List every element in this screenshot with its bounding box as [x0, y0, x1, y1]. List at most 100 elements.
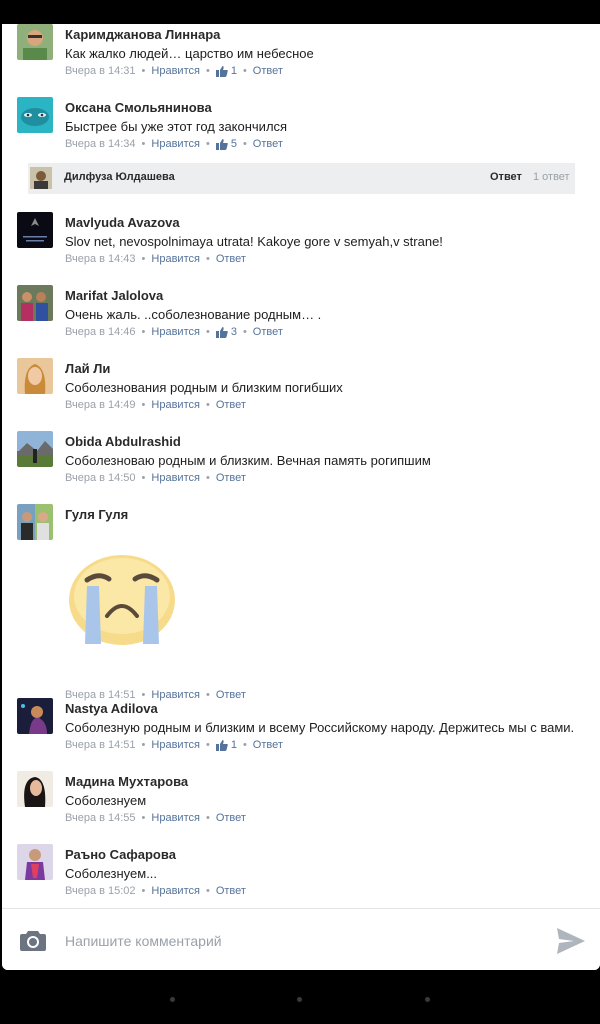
comment-time: Вчера в 14:51 [65, 689, 136, 701]
comment-author[interactable]: Оксана Смольянинова [65, 100, 212, 115]
avatar[interactable] [17, 844, 53, 880]
reply-thread-row[interactable]: Дилфуза Юлдашева Ответ 1 ответ [28, 163, 575, 194]
thumbs-up-icon [215, 65, 228, 77]
comment-author[interactable]: Каримджанова Линнара [65, 27, 220, 42]
thumbs-up-icon [215, 739, 228, 751]
reply-button[interactable]: Ответ [253, 65, 283, 77]
nav-back-button[interactable] [170, 997, 175, 1002]
comment-meta: Вчера в 14:50 • Нравится • Ответ [65, 472, 246, 484]
like-button[interactable]: Нравится [151, 65, 200, 77]
comment-author[interactable]: Лай Ли [65, 361, 110, 376]
comment-text: Соболезнуем... [65, 866, 158, 881]
avatar[interactable] [17, 24, 53, 60]
separator: • [205, 812, 210, 824]
comment-input[interactable] [65, 930, 535, 952]
comment-meta: Вчера в 15:02 • Нравится • Ответ [65, 885, 246, 897]
reply-button[interactable]: Ответ [216, 399, 246, 411]
thumbs-up-icon [215, 326, 228, 338]
like-button[interactable]: Нравится [151, 472, 200, 484]
separator: • [242, 326, 247, 338]
screen: Каримджанова Линнара Как жалко людей… ца… [0, 0, 600, 1024]
comment-author[interactable]: Раъно Сафарова [65, 847, 176, 862]
avatar[interactable] [17, 285, 53, 321]
thread-author[interactable]: Дилфуза Юлдашева [64, 171, 175, 183]
comment-time: Вчера в 14:51 [65, 739, 136, 751]
separator: • [141, 885, 146, 897]
like-count: 3 [230, 326, 237, 338]
avatar[interactable] [17, 97, 53, 133]
avatar[interactable] [17, 358, 53, 394]
like-button[interactable]: Нравится [151, 739, 200, 751]
nav-recents-button[interactable] [425, 997, 430, 1002]
separator: • [205, 399, 210, 411]
reply-button[interactable]: Ответ [216, 689, 246, 701]
separator: • [205, 472, 210, 484]
avatar[interactable] [30, 167, 52, 189]
separator: • [205, 739, 210, 751]
comment-author[interactable]: Nastya Adilova [65, 701, 158, 716]
like-button[interactable]: Нравится [151, 138, 200, 150]
comment-author[interactable]: Мадина Мухтарова [65, 774, 188, 789]
separator: • [205, 326, 210, 338]
avatar[interactable] [17, 771, 53, 807]
like-count: 1 [230, 65, 237, 77]
comment-time: Вчера в 14:34 [65, 138, 136, 150]
avatar[interactable] [17, 504, 53, 540]
separator: • [242, 739, 247, 751]
comment-text: Соболезноваю родным и близким. Вечная па… [65, 453, 431, 468]
like-button[interactable]: Нравится [151, 399, 200, 411]
like-count: 5 [230, 138, 237, 150]
nav-home-button[interactable] [297, 997, 302, 1002]
comment-text: Как жалко людей… царство им небесное [65, 46, 314, 61]
separator: • [242, 138, 247, 150]
comment-time: Вчера в 14:49 [65, 399, 136, 411]
comment-author[interactable]: Mavlyuda Avazova [65, 215, 180, 230]
comments-panel[interactable]: Каримджанова Линнара Как жалко людей… ца… [2, 24, 600, 970]
separator: • [141, 812, 146, 824]
thread-reply-count[interactable]: 1 ответ [533, 171, 570, 183]
separator: • [141, 472, 146, 484]
separator: • [141, 739, 146, 751]
like-button[interactable]: Нравится [151, 326, 200, 338]
separator: • [242, 65, 247, 77]
navigation-bar [0, 970, 600, 1024]
comment-author[interactable]: Marifat Jalolova [65, 288, 163, 303]
reply-button[interactable]: Ответ [216, 812, 246, 824]
thread-reply-button[interactable]: Ответ [490, 171, 522, 183]
thumbs-up-icon [215, 138, 228, 150]
comment-time: Вчера в 15:02 [65, 885, 136, 897]
avatar[interactable] [17, 212, 53, 248]
comment-time: Вчера в 14:46 [65, 326, 136, 338]
like-button[interactable]: Нравится [151, 253, 200, 265]
comment-author[interactable]: Гуля Гуля [65, 507, 128, 522]
reply-button[interactable]: Ответ [216, 253, 246, 265]
comment-time: Вчера в 14:50 [65, 472, 136, 484]
comment-text: Очень жаль. ..соболезнование родным… . [65, 307, 322, 322]
comment-text: Slov net, nevospolnimaya utrata! Kakoye … [65, 234, 443, 249]
like-button[interactable]: Нравится [151, 812, 200, 824]
reply-button[interactable]: Ответ [253, 326, 283, 338]
status-bar [0, 0, 600, 24]
separator: • [205, 885, 210, 897]
send-icon[interactable] [556, 927, 586, 955]
reply-button[interactable]: Ответ [216, 885, 246, 897]
avatar[interactable] [17, 431, 53, 467]
comment-time: Вчера в 14:43 [65, 253, 136, 265]
like-count: 1 [230, 739, 237, 751]
separator: • [205, 65, 210, 77]
reply-button[interactable]: Ответ [253, 138, 283, 150]
comment-text: Быстрее бы уже этот год закончился [65, 119, 288, 134]
comment-author[interactable]: Obida Abdulrashid [65, 434, 181, 449]
like-button[interactable]: Нравится [151, 689, 200, 701]
avatar[interactable] [17, 698, 53, 734]
reply-button[interactable]: Ответ [253, 739, 283, 751]
camera-icon[interactable] [20, 929, 46, 951]
comment-meta: Вчера в 14:31 • Нравится • 1 • Ответ [65, 65, 283, 77]
reply-button[interactable]: Ответ [216, 472, 246, 484]
separator: • [141, 326, 146, 338]
comment-meta: Вчера в 14:34 • Нравится • 5 • Ответ [65, 138, 283, 150]
like-button[interactable]: Нравится [151, 885, 200, 897]
comment-meta: Вчера в 14:55 • Нравится • Ответ [65, 812, 246, 824]
separator: • [205, 689, 210, 701]
separator: • [141, 138, 146, 150]
